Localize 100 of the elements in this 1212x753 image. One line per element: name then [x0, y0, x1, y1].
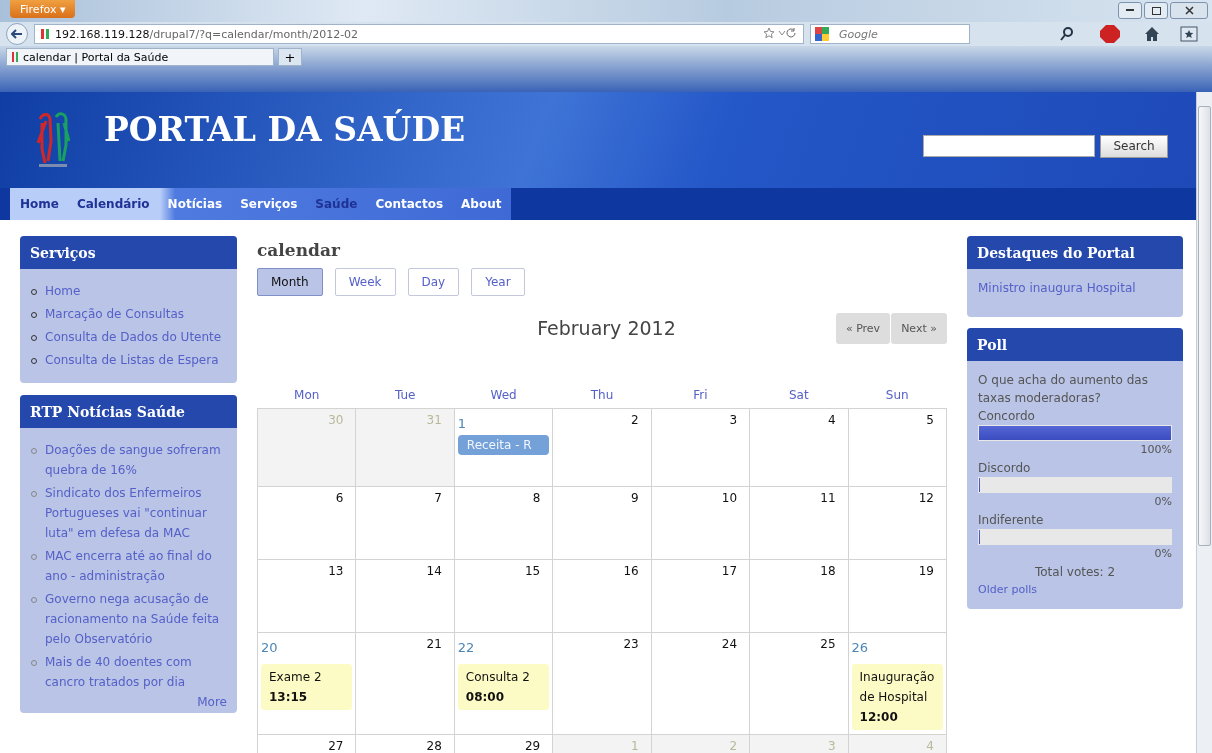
view-tab[interactable]: Day: [407, 268, 460, 296]
firefox-menu-button[interactable]: Firefox ▾: [10, 0, 76, 18]
sidebar-link[interactable]: MAC encerra até ao final do ano - administração: [45, 546, 229, 586]
day-number: 16: [622, 564, 640, 578]
sidebar-link[interactable]: Doações de sangue sofreram quebra de 16%: [45, 440, 229, 480]
new-tab-button[interactable]: +: [278, 48, 302, 66]
pager-link[interactable]: « Prev: [835, 312, 891, 344]
menu-link[interactable]: Notícias: [167, 197, 223, 211]
day-number: 4: [826, 413, 837, 427]
view-tab[interactable]: Year: [471, 268, 525, 296]
site-icon: [41, 28, 49, 40]
day-number: 24: [720, 637, 739, 651]
event-title: Consulta 2: [465, 669, 531, 686]
poll-choice: Concordo: [978, 408, 1036, 425]
day-number: 21: [425, 637, 443, 651]
browser-tab[interactable]: calendar | Portal da Saúde: [6, 48, 274, 66]
view-tab[interactable]: Month: [257, 268, 323, 296]
event-entry[interactable]: Consulta 2 08:00: [457, 664, 550, 710]
close-button[interactable]: [1170, 2, 1208, 19]
sidebar-link[interactable]: Consulta de Dados do Utente: [45, 327, 222, 347]
menu-link[interactable]: Home: [20, 197, 59, 211]
day-number: 19: [917, 564, 935, 578]
menu-link[interactable]: Saúde: [315, 197, 358, 211]
day-number: 17: [720, 564, 739, 578]
bookmarks-icon[interactable]: [1180, 26, 1198, 42]
search-field[interactable]: [923, 134, 1095, 157]
menu-link[interactable]: About: [461, 197, 502, 211]
event-title: Exame 2: [269, 669, 323, 686]
day-number: 15: [524, 564, 542, 578]
day-number: 3: [728, 413, 739, 427]
day-number: 31: [425, 413, 443, 427]
view-tab[interactable]: Week: [334, 268, 396, 296]
address-field[interactable]: 192.168.119.128/drupal7/?q=calendar/month/2012-02: [34, 24, 804, 44]
day-number: 5: [925, 413, 935, 427]
poll-percent: 0%: [1153, 494, 1172, 510]
day-number: 27: [327, 739, 345, 753]
older-polls-link[interactable]: Older polls: [978, 581, 1172, 599]
event-time: 13:15: [269, 689, 309, 706]
day-number: 18: [819, 564, 837, 578]
block-title: Serviços: [20, 236, 237, 269]
day-link[interactable]: 26: [851, 640, 878, 655]
day-number: 11: [819, 491, 837, 505]
maximize-button[interactable]: [1144, 2, 1168, 19]
event-entry[interactable]: Exame 2 13:15: [261, 664, 353, 710]
page-title: calendar: [257, 240, 341, 260]
weekday-header: Mon: [257, 384, 356, 409]
sidebar-link[interactable]: Mais de 40 doentes com cancro tratados por dia: [45, 652, 229, 692]
day-number: 9: [630, 491, 640, 505]
menu-link[interactable]: Serviços: [240, 197, 298, 211]
more-link[interactable]: More: [20, 695, 237, 709]
stop-sign-icon[interactable]: [1100, 25, 1120, 43]
block-title: Poll: [967, 328, 1183, 361]
day-link[interactable]: 1: [457, 416, 476, 431]
star-icon[interactable]: [763, 26, 797, 39]
search-icon[interactable]: [1060, 27, 1074, 41]
day-number: 12: [917, 491, 935, 505]
back-button[interactable]: [6, 23, 28, 45]
poll-choice: Indiferente: [978, 512, 1045, 529]
sidebar-link[interactable]: Governo nega acusação de racionamento na Saúde feita pelo Observatório: [45, 589, 229, 649]
search-button[interactable]: Search: [1100, 134, 1168, 158]
weekday-header: Tue: [355, 384, 455, 409]
menu-link[interactable]: Contactos: [375, 197, 444, 211]
day-number: 25: [819, 637, 837, 651]
block-title: Destaques do Portal: [967, 236, 1183, 269]
sidebar-link[interactable]: Sindicato dos Enfermeiros Portugueses vai "continuar luta" em defesa da MAC: [45, 483, 229, 543]
sidebar-link[interactable]: Consulta de Listas de Espera: [45, 350, 219, 370]
search-engine-field[interactable]: Google: [810, 24, 970, 44]
event-bar[interactable]: Receita - R: [457, 435, 550, 455]
sidebar-link[interactable]: Home: [45, 281, 81, 301]
poll-question: O que acha do aumento das taxas moderadoras?: [978, 372, 1149, 407]
menu-link[interactable]: Calendário: [76, 197, 150, 211]
day-number: 8: [531, 491, 542, 505]
weekday-header: Sun: [848, 384, 947, 409]
day-link[interactable]: 20: [261, 640, 287, 655]
day-number: 30: [327, 413, 345, 427]
day-number: 4: [925, 739, 935, 753]
block-title: RTP Notícias Saúde: [20, 395, 237, 428]
site-icon: [12, 52, 18, 62]
total-votes: Total votes: 2: [1033, 564, 1117, 581]
day-number: 29: [524, 739, 542, 753]
pager-link[interactable]: Next »: [891, 312, 947, 344]
day-number: 23: [622, 637, 640, 651]
event-time: 12:00: [859, 709, 899, 726]
home-icon[interactable]: [1144, 26, 1160, 42]
minimize-button[interactable]: [1118, 2, 1142, 19]
site-title: PORTAL DA SAÚDE: [104, 109, 466, 149]
scrollbar[interactable]: [1196, 92, 1212, 753]
event-time: 08:00: [465, 689, 506, 706]
minimize-icon: [1126, 9, 1134, 12]
day-number: 7: [433, 491, 443, 505]
event-title: Inauguração de Hospital: [859, 669, 935, 706]
maximize-icon: [1151, 6, 1161, 15]
day-link[interactable]: 22: [457, 640, 484, 655]
day-number: 2: [728, 739, 739, 753]
logo-icon: [36, 111, 70, 169]
sidebar-link[interactable]: Ministro inaugura Hospital: [978, 279, 1172, 297]
weekday-header: Sat: [749, 384, 849, 409]
day-number: 3: [826, 739, 837, 753]
sidebar-link[interactable]: Marcação de Consultas: [45, 304, 185, 324]
event-entry[interactable]: Inauguração de Hospital 12:00: [851, 664, 943, 730]
